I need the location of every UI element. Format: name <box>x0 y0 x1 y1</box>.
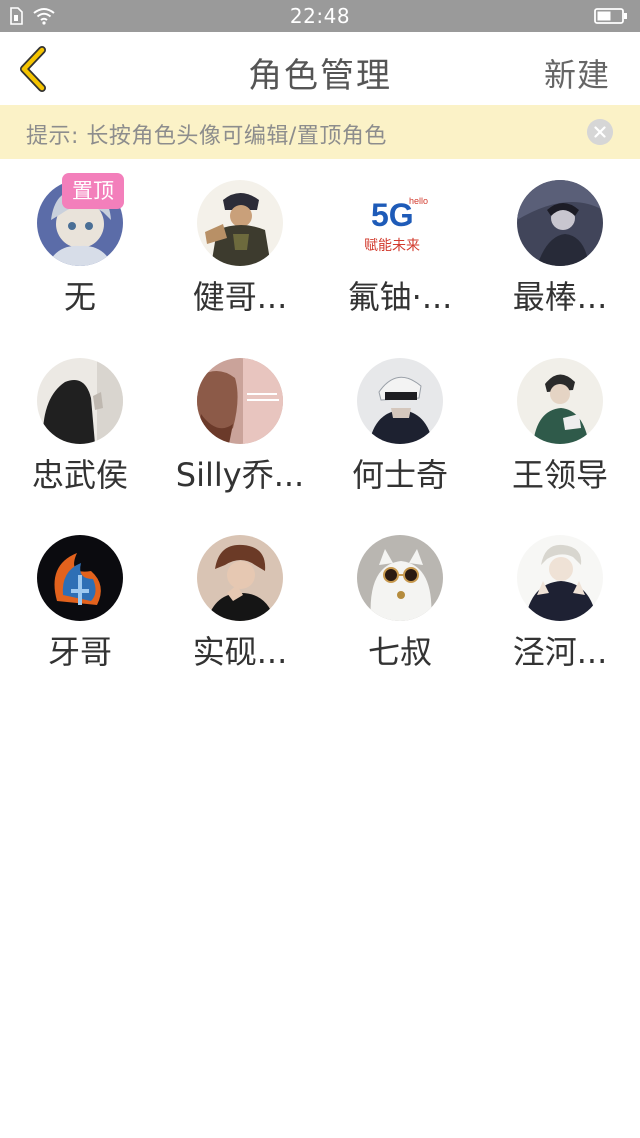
avatar[interactable] <box>197 358 283 444</box>
avatar[interactable] <box>517 535 603 621</box>
character-name: 泾河... <box>512 633 608 671</box>
character-name: 最棒... <box>512 278 608 316</box>
status-bar: 22:48 <box>0 0 640 32</box>
avatar[interactable] <box>517 358 603 444</box>
svg-text:hello: hello <box>409 196 428 206</box>
character-name: 氟铀·... <box>347 278 453 316</box>
character-item[interactable]: 七叔 <box>320 514 480 684</box>
avatar[interactable] <box>357 535 443 621</box>
new-button[interactable]: 新建 <box>544 50 610 96</box>
character-item[interactable]: 5G hello 赋能未来 氟铀·... <box>320 159 480 329</box>
character-grid: 无 健哥... 5G hello 赋能未来 氟铀·... 最棒... 忠武侯 S… <box>0 159 640 689</box>
avatar[interactable] <box>197 180 283 266</box>
nav-bar: 角色管理 新建 <box>0 32 640 105</box>
close-icon[interactable] <box>587 119 613 145</box>
status-time: 22:48 <box>289 4 351 28</box>
character-name: 牙哥 <box>47 633 112 671</box>
character-name: 忠武侯 <box>31 456 128 494</box>
character-item[interactable]: 忠武侯 <box>0 337 160 507</box>
avatar[interactable] <box>357 358 443 444</box>
character-name: 何士奇 <box>351 456 448 494</box>
character-item[interactable]: 王领导 <box>480 337 640 507</box>
character-item[interactable]: 健哥... <box>160 159 320 329</box>
svg-text:5G: 5G <box>371 197 414 233</box>
character-item[interactable]: 牙哥 <box>0 514 160 684</box>
character-name: 王领导 <box>511 456 608 494</box>
avatar[interactable] <box>197 535 283 621</box>
character-name: Silly乔... <box>175 456 305 494</box>
avatar[interactable]: 5G hello 赋能未来 <box>357 180 443 266</box>
avatar[interactable] <box>37 358 123 444</box>
character-name: 七叔 <box>367 633 432 671</box>
character-name: 实砚... <box>192 633 288 671</box>
character-name: 健哥... <box>192 278 288 316</box>
character-item[interactable]: Silly乔... <box>160 337 320 507</box>
character-item[interactable]: 泾河... <box>480 514 640 684</box>
battery-icon <box>594 8 627 24</box>
character-item[interactable]: 何士奇 <box>320 337 480 507</box>
character-item[interactable]: 最棒... <box>480 159 640 329</box>
pinned-badge: 置顶 <box>62 173 124 209</box>
character-name: 无 <box>63 278 96 316</box>
svg-text:赋能未来: 赋能未来 <box>364 238 420 254</box>
avatar[interactable] <box>517 180 603 266</box>
avatar[interactable] <box>37 535 123 621</box>
hint-text: 提示: 长按角色头像可编辑/置顶角色 <box>26 124 387 149</box>
character-item[interactable]: 实砚... <box>160 514 320 684</box>
hint-bar: 提示: 长按角色头像可编辑/置顶角色 <box>0 105 640 159</box>
